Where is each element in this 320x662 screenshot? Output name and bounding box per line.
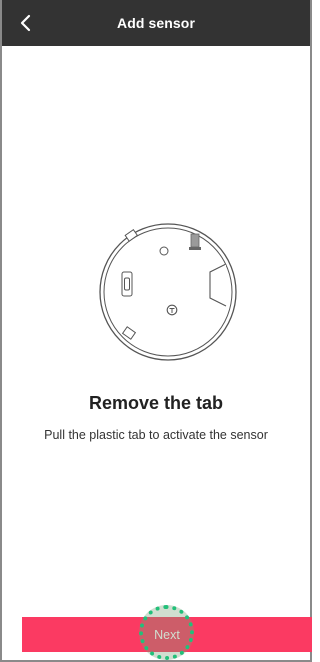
next-button[interactable]: Next xyxy=(22,617,312,652)
back-button[interactable] xyxy=(16,13,36,33)
next-button-label: Next xyxy=(154,627,180,642)
app-screen: Add sensor Remove the tab Pull the plast… xyxy=(0,0,312,662)
instruction-heading: Remove the tab xyxy=(88,393,224,413)
top-app-bar: Add sensor xyxy=(2,0,310,46)
chevron-left-icon xyxy=(20,14,31,32)
page-title: Add sensor xyxy=(116,15,195,31)
sensor-device-icon xyxy=(99,223,237,361)
instruction-description: Pull the plastic tab to activate the sen… xyxy=(44,428,268,442)
